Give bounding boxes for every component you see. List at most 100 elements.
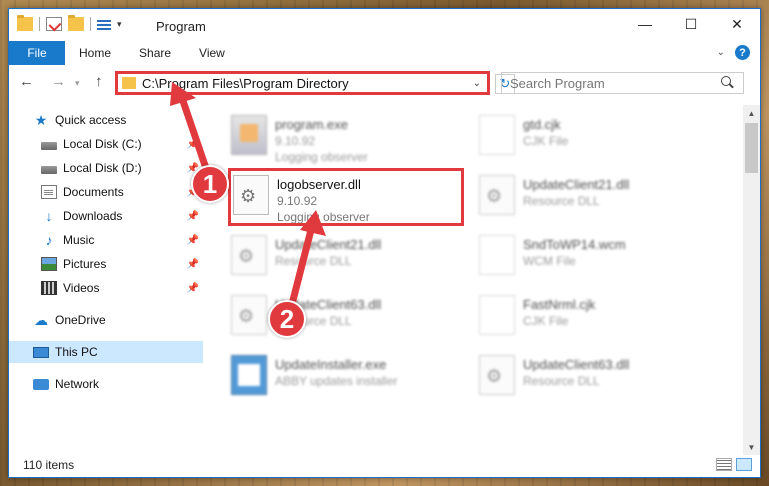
vertical-scrollbar[interactable]: ▲ ▼ [743, 105, 760, 455]
item-count: 110 items [23, 458, 75, 472]
toolbar-separator [39, 17, 40, 31]
minimize-button[interactable]: — [622, 9, 668, 39]
sidebar-item-this-pc[interactable]: This PC [9, 341, 203, 363]
sidebar-item-label: Local Disk (C:) [63, 137, 142, 151]
cloud-icon: ☁ [34, 312, 48, 328]
tab-view[interactable]: View [185, 41, 239, 65]
list-item[interactable]: UpdateClient63.dll Resource DLL [479, 355, 711, 409]
forward-arrow-icon[interactable]: → [51, 73, 66, 90]
dll-gear-icon [479, 355, 515, 395]
search-input[interactable]: Search Program [510, 76, 721, 91]
scrollbar-thumb[interactable] [745, 123, 758, 173]
file-type: Resource DLL [275, 254, 352, 268]
videos-icon [41, 281, 57, 295]
ribbon-tabs: File Home Share View ⌄ ? [9, 41, 760, 65]
list-item[interactable]: SndToWP14.wcm WCM File [479, 235, 711, 289]
sidebar-item-local-disk-d[interactable]: Local Disk (D:) 📌 [41, 157, 201, 179]
tab-file[interactable]: File [9, 41, 65, 65]
cjk-file-icon [479, 295, 515, 335]
sidebar-item-documents[interactable]: Documents 📌 [41, 181, 201, 203]
sidebar-item-pictures[interactable]: Pictures 📌 [41, 253, 201, 275]
star-icon: ★ [34, 112, 48, 128]
list-item[interactable]: UpdateInstaller.exe ABBY updates install… [231, 355, 463, 409]
sidebar-item-label: Quick access [55, 113, 127, 127]
list-item[interactable]: UpdateClient21.dll Resource DLL [231, 235, 463, 289]
disk-icon [41, 165, 57, 174]
tab-share[interactable]: Share [125, 41, 185, 65]
callout-badge-2: 2 [268, 300, 306, 338]
file-name: FastNrml.cjk [523, 297, 596, 312]
file-type: Resource DLL [523, 374, 600, 388]
file-type: WCM File [523, 254, 576, 268]
sidebar-item-downloads[interactable]: ↓ Downloads 📌 [41, 205, 201, 227]
sidebar-item-label: OneDrive [55, 313, 106, 327]
up-arrow-icon[interactable]: ↑ [95, 73, 103, 90]
file-highlight-box [228, 168, 464, 226]
wcm-file-icon [479, 235, 515, 275]
quick-access-toolbar: ▾ [17, 15, 122, 31]
pin-icon[interactable]: 📌 [187, 259, 199, 270]
list-item[interactable]: FastNrml.cjk CJK File [479, 295, 711, 349]
pictures-icon [41, 257, 57, 271]
file-name: gtd.cjk [523, 117, 561, 132]
maximize-button[interactable]: ☐ [668, 9, 714, 39]
toolbar-separator [90, 17, 91, 31]
exe-icon [231, 115, 267, 155]
sidebar-item-music[interactable]: ♪ Music 📌 [41, 229, 201, 251]
list-item[interactable]: UpdateClient21.dll Resource DLL [479, 175, 711, 229]
address-history-chevron-icon[interactable]: ⌄ [473, 78, 481, 89]
back-arrow-icon[interactable]: ← [19, 73, 34, 90]
window-title: Program [156, 19, 206, 34]
address-path[interactable]: C:\Program Files\Program Directory [142, 76, 473, 91]
pc-icon [33, 346, 49, 358]
file-type: CJK File [523, 314, 569, 328]
expand-ribbon-chevron-icon[interactable]: ⌄ [717, 47, 725, 58]
cjk-file-icon [479, 115, 515, 155]
sidebar-item-network[interactable]: Network [33, 373, 201, 395]
pin-icon[interactable]: 📌 [187, 283, 199, 294]
close-button[interactable]: ✕ [714, 9, 760, 39]
properties-icon[interactable] [46, 17, 62, 31]
pin-icon[interactable]: 📌 [187, 235, 199, 246]
recent-locations-chevron-icon[interactable]: ▾ [75, 78, 80, 89]
search-icon[interactable] [721, 76, 735, 90]
sidebar-item-videos[interactable]: Videos 📌 [41, 277, 201, 299]
new-folder-icon[interactable] [68, 15, 84, 31]
pin-icon[interactable]: 📌 [187, 139, 199, 150]
customize-toolbar-chevron-icon[interactable]: ▾ [117, 19, 122, 30]
tab-home[interactable]: Home [65, 41, 125, 65]
dll-gear-icon [479, 175, 515, 215]
folder-icon [17, 15, 33, 31]
help-icon[interactable]: ? [735, 45, 750, 60]
status-bar: 110 items [9, 453, 760, 477]
search-box[interactable]: Search Program [501, 72, 744, 94]
address-bar[interactable]: C:\Program Files\Program Directory ⌄ [115, 71, 490, 95]
sidebar-item-quick-access[interactable]: ★ Quick access [33, 109, 201, 131]
list-item[interactable]: gtd.cjk CJK File [479, 115, 711, 169]
file-name: UpdateClient21.dll [275, 237, 382, 252]
list-item[interactable]: program.exe 9.10.92 Logging observer [231, 115, 463, 169]
list-item[interactable]: UpdateClient63.dll Resource DLL [231, 295, 463, 349]
address-row: ← → ▾ ↑ C:\Program Files\Program Directo… [9, 69, 760, 97]
file-description: ABBY updates installer [275, 374, 398, 388]
tiles-view-icon[interactable] [736, 458, 752, 471]
file-name: program.exe [275, 117, 348, 132]
sidebar-item-onedrive[interactable]: ☁ OneDrive [33, 309, 201, 331]
pin-icon[interactable]: 📌 [187, 211, 199, 222]
scroll-up-arrow-icon[interactable]: ▲ [743, 105, 760, 121]
download-icon: ↓ [45, 208, 53, 224]
window-controls: — ☐ ✕ [622, 9, 760, 39]
network-icon [33, 378, 49, 390]
disk-icon [41, 141, 57, 150]
file-type: CJK File [523, 134, 569, 148]
sidebar-item-label: Music [63, 233, 95, 247]
callout-badge-1: 1 [191, 165, 229, 203]
view-options-icon[interactable] [97, 18, 111, 30]
file-name: UpdateClient21.dll [523, 177, 630, 192]
details-view-icon[interactable] [716, 458, 732, 471]
file-type: Resource DLL [523, 194, 600, 208]
sidebar-item-local-disk-c[interactable]: Local Disk (C:) 📌 [41, 133, 201, 155]
explorer-window: ▾ Program — ☐ ✕ File Home Share View ⌄ ?… [8, 8, 761, 478]
file-name: UpdateInstaller.exe [275, 357, 387, 372]
sidebar-item-label: Documents [63, 185, 124, 199]
